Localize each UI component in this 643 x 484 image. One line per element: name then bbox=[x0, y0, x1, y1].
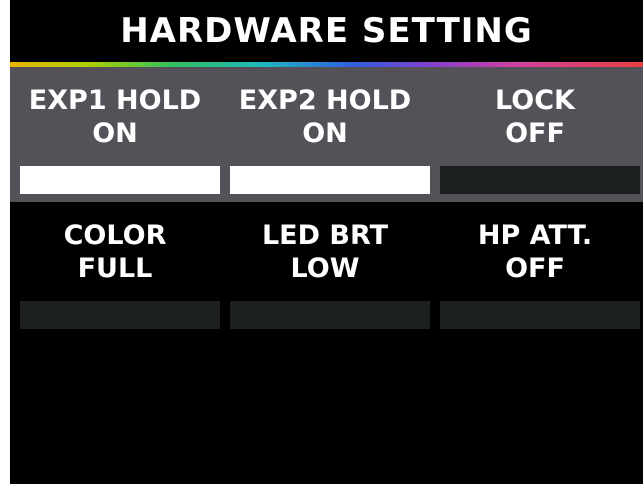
setting-lock[interactable]: LOCK OFF bbox=[430, 67, 640, 202]
setting-value: ON bbox=[302, 118, 348, 149]
setting-label: EXP2 HOLD bbox=[238, 85, 412, 116]
setting-led-brt[interactable]: LED BRT LOW bbox=[220, 202, 430, 337]
setting-indicator-bar bbox=[20, 166, 220, 194]
setting-label: LED BRT bbox=[261, 220, 389, 251]
device-screen: HARDWARE SETTING EXP1 HOLD ON EXP2 HOLD … bbox=[10, 0, 643, 484]
setting-indicator-bar bbox=[440, 301, 640, 329]
setting-label: EXP1 HOLD bbox=[28, 85, 202, 116]
setting-value: LOW bbox=[290, 253, 360, 284]
setting-label: LOCK bbox=[495, 85, 575, 116]
setting-indicator-bar bbox=[230, 301, 430, 329]
settings-row-1: EXP1 HOLD ON EXP2 HOLD ON LOCK OFF bbox=[10, 67, 643, 202]
setting-value: OFF bbox=[505, 118, 565, 149]
setting-exp2-hold[interactable]: EXP2 HOLD ON bbox=[220, 67, 430, 202]
setting-label: HP ATT. bbox=[477, 220, 593, 251]
setting-indicator-bar bbox=[20, 301, 220, 329]
setting-value: OFF bbox=[505, 253, 565, 284]
page-title: HARDWARE SETTING bbox=[120, 11, 533, 51]
setting-label: COLOR bbox=[63, 220, 167, 251]
setting-value: ON bbox=[92, 118, 138, 149]
setting-hp-att[interactable]: HP ATT. OFF bbox=[430, 202, 640, 337]
setting-indicator-bar bbox=[230, 166, 430, 194]
setting-value: FULL bbox=[77, 253, 153, 284]
settings-row-2: COLOR FULL LED BRT LOW HP ATT. OFF bbox=[10, 202, 643, 337]
setting-indicator-bar bbox=[440, 166, 640, 194]
setting-exp1-hold[interactable]: EXP1 HOLD ON bbox=[10, 67, 220, 202]
setting-color[interactable]: COLOR FULL bbox=[10, 202, 220, 337]
